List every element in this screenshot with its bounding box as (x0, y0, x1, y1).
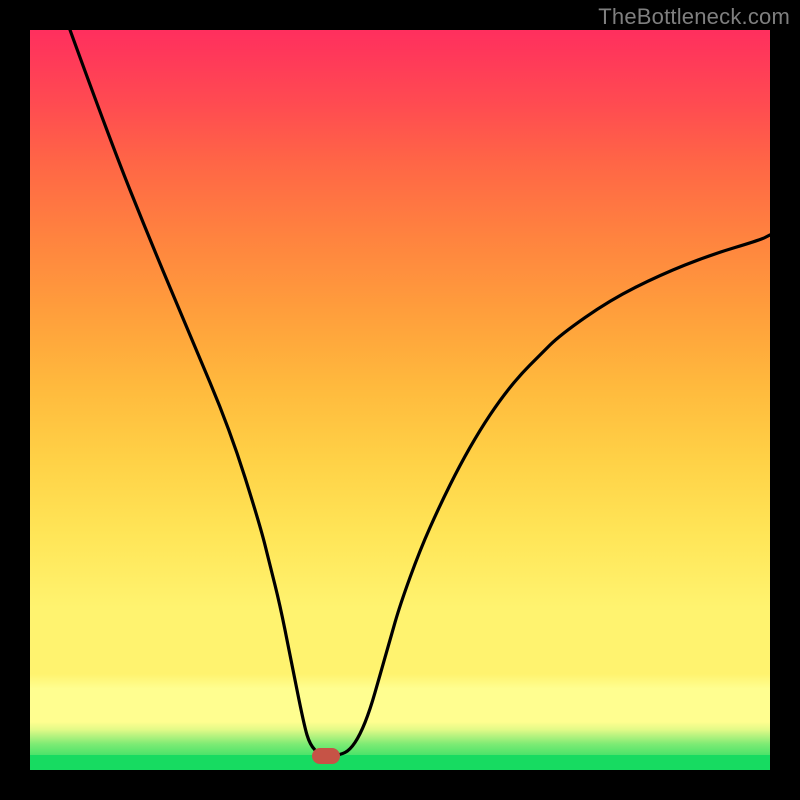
chart-frame: TheBottleneck.com (0, 0, 800, 800)
bottleneck-curve (30, 30, 770, 770)
optimal-point-marker (312, 748, 340, 764)
watermark-text: TheBottleneck.com (598, 4, 790, 30)
plot-area (30, 30, 770, 770)
